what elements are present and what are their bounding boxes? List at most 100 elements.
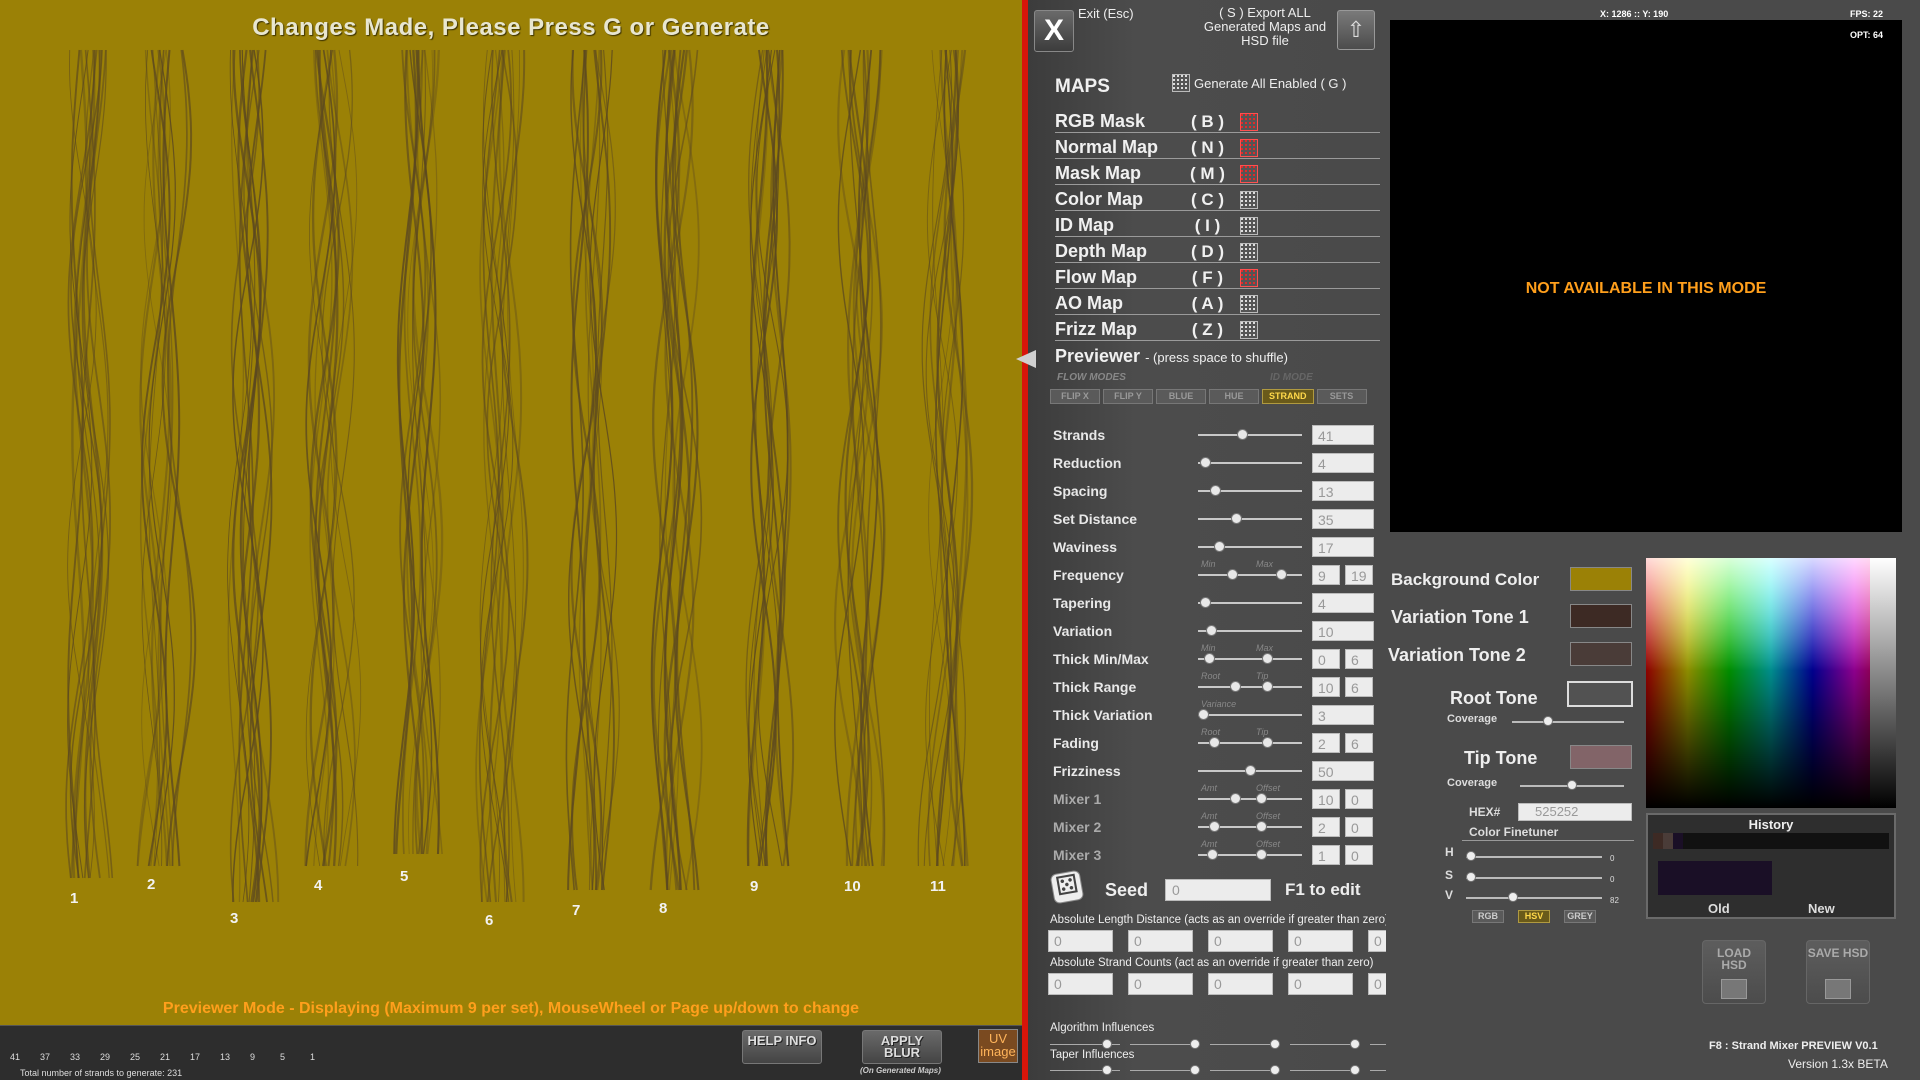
map-disabled-toggle-icon[interactable]	[1240, 216, 1258, 235]
absolute-value-field[interactable]: 0	[1208, 973, 1273, 995]
slider-track[interactable]	[1198, 714, 1302, 716]
s-slider-track[interactable]	[1466, 877, 1602, 879]
grey-mode-button[interactable]: GREY	[1564, 910, 1596, 923]
slider-knob[interactable]	[1204, 653, 1215, 664]
hex-input[interactable]: 525252	[1518, 803, 1632, 821]
absolute-value-field[interactable]: 0	[1048, 973, 1113, 995]
slider-value-min[interactable]: 0	[1312, 649, 1340, 669]
mode-button-flip-y[interactable]: FLIP Y	[1103, 389, 1153, 404]
slider-knob[interactable]	[1199, 457, 1211, 468]
slider-value[interactable]: 4	[1312, 453, 1374, 473]
influence-knob[interactable]	[1350, 1039, 1360, 1049]
slider-track[interactable]	[1198, 462, 1302, 464]
slider-knob[interactable]	[1230, 513, 1242, 524]
slider-knob[interactable]	[1198, 709, 1209, 720]
background-color-swatch[interactable]	[1570, 567, 1632, 591]
s-slider-knob[interactable]	[1466, 872, 1476, 882]
apply-blur-button[interactable]: APPLY BLUR	[862, 1030, 942, 1064]
slider-value[interactable]: 13	[1312, 481, 1374, 501]
influence-knob[interactable]	[1102, 1039, 1112, 1049]
slider-knob[interactable]	[1227, 569, 1239, 580]
slider-track[interactable]	[1198, 518, 1302, 520]
slider-knob[interactable]	[1209, 821, 1221, 832]
map-enabled-toggle-icon[interactable]	[1240, 112, 1258, 131]
slider-track[interactable]	[1198, 798, 1302, 800]
influence-knob[interactable]	[1190, 1065, 1200, 1075]
history-strip[interactable]	[1653, 833, 1889, 849]
map-disabled-toggle-icon[interactable]	[1240, 320, 1258, 339]
slider-value-min[interactable]: 9	[1312, 565, 1340, 585]
seed-input[interactable]: 0	[1165, 879, 1271, 901]
slider-value-min[interactable]: 1	[1312, 845, 1340, 865]
mode-button-hue[interactable]: HUE	[1209, 389, 1259, 404]
slider-track[interactable]	[1198, 434, 1302, 436]
help-info-button[interactable]: HELP INFO	[742, 1030, 822, 1064]
slider-value-max[interactable]: 6	[1345, 733, 1373, 753]
slider-value[interactable]: 3	[1312, 705, 1374, 725]
variation-tone-1-swatch[interactable]	[1570, 604, 1632, 628]
slider-knob[interactable]	[1262, 653, 1274, 664]
slider-value[interactable]: 17	[1312, 537, 1374, 557]
3d-viewport[interactable]	[1390, 20, 1902, 532]
history-old-swatch[interactable]	[1658, 861, 1772, 895]
map-enabled-toggle-icon[interactable]	[1240, 164, 1258, 183]
slider-knob[interactable]	[1256, 821, 1267, 832]
dice-icon[interactable]	[1049, 869, 1085, 905]
slider-knob[interactable]	[1262, 737, 1274, 748]
absolute-value-field[interactable]: 0	[1288, 973, 1353, 995]
export-upload-icon[interactable]: ⇧	[1337, 10, 1375, 50]
slider-value-max[interactable]: 0	[1345, 817, 1373, 837]
slider-value[interactable]: 4	[1312, 593, 1374, 613]
v-slider-knob[interactable]	[1508, 892, 1518, 902]
absolute-value-field[interactable]: 0	[1128, 973, 1193, 995]
influence-knob[interactable]	[1102, 1065, 1112, 1075]
exit-button[interactable]: X	[1034, 10, 1074, 52]
map-row-depth-map[interactable]: Depth Map ( D )	[1055, 241, 1380, 263]
map-disabled-toggle-icon[interactable]	[1240, 294, 1258, 313]
absolute-value-field[interactable]: 0	[1288, 930, 1353, 952]
slider-knob[interactable]	[1262, 681, 1274, 692]
slider-value[interactable]: 41	[1312, 425, 1374, 445]
slider-value-min[interactable]: 10	[1312, 789, 1340, 809]
map-row-id-map[interactable]: ID Map ( I )	[1055, 215, 1380, 237]
uv-image-button[interactable]: UV image	[978, 1029, 1018, 1063]
absolute-value-field[interactable]: 0	[1128, 930, 1193, 952]
slider-knob[interactable]	[1245, 765, 1256, 776]
slider-value-min[interactable]: 10	[1312, 677, 1340, 697]
influence-knob[interactable]	[1270, 1065, 1280, 1075]
map-disabled-toggle-icon[interactable]	[1240, 190, 1258, 209]
map-row-rgb-mask[interactable]: RGB Mask ( B )	[1055, 111, 1380, 133]
map-disabled-toggle-icon[interactable]	[1240, 242, 1258, 261]
map-enabled-toggle-icon[interactable]	[1240, 268, 1258, 287]
slider-knob[interactable]	[1275, 569, 1287, 580]
slider-value-min[interactable]: 2	[1312, 733, 1340, 753]
slider-value[interactable]: 10	[1312, 621, 1374, 641]
influence-knob[interactable]	[1270, 1039, 1280, 1049]
slider-track[interactable]	[1198, 686, 1302, 688]
slider-value[interactable]: 50	[1312, 761, 1374, 781]
absolute-value-field[interactable]: 0	[1048, 930, 1113, 952]
slider-knob[interactable]	[1205, 625, 1217, 636]
map-row-ao-map[interactable]: AO Map ( A )	[1055, 293, 1380, 315]
v-slider-track[interactable]	[1466, 897, 1602, 899]
slider-knob[interactable]	[1199, 597, 1211, 608]
map-row-normal-map[interactable]: Normal Map ( N )	[1055, 137, 1380, 159]
mode-button-flip-x[interactable]: FLIP X	[1050, 389, 1100, 404]
slider-knob[interactable]	[1237, 429, 1249, 440]
slider-value-max[interactable]: 19	[1345, 565, 1373, 585]
load-hsd-button[interactable]: LOAD HSD	[1702, 940, 1766, 1004]
tip-tone-swatch[interactable]	[1570, 745, 1632, 769]
mode-button-sets[interactable]: SETS	[1316, 389, 1367, 404]
slider-knob[interactable]	[1230, 793, 1241, 804]
color-picker-value-strip[interactable]	[1870, 558, 1896, 808]
generate-all-button[interactable]: Generate All Enabled ( G )	[1172, 74, 1346, 92]
slider-value-max[interactable]: 6	[1345, 677, 1373, 697]
history-swatch[interactable]	[1663, 833, 1673, 849]
slider-knob[interactable]	[1213, 541, 1225, 552]
history-swatch[interactable]	[1653, 833, 1663, 849]
slider-knob[interactable]	[1206, 849, 1218, 860]
tip-coverage-knob[interactable]	[1567, 780, 1577, 790]
slider-knob[interactable]	[1209, 737, 1221, 748]
mode-button-strand[interactable]: STRAND	[1262, 389, 1314, 404]
slider-value-max[interactable]: 0	[1345, 789, 1373, 809]
